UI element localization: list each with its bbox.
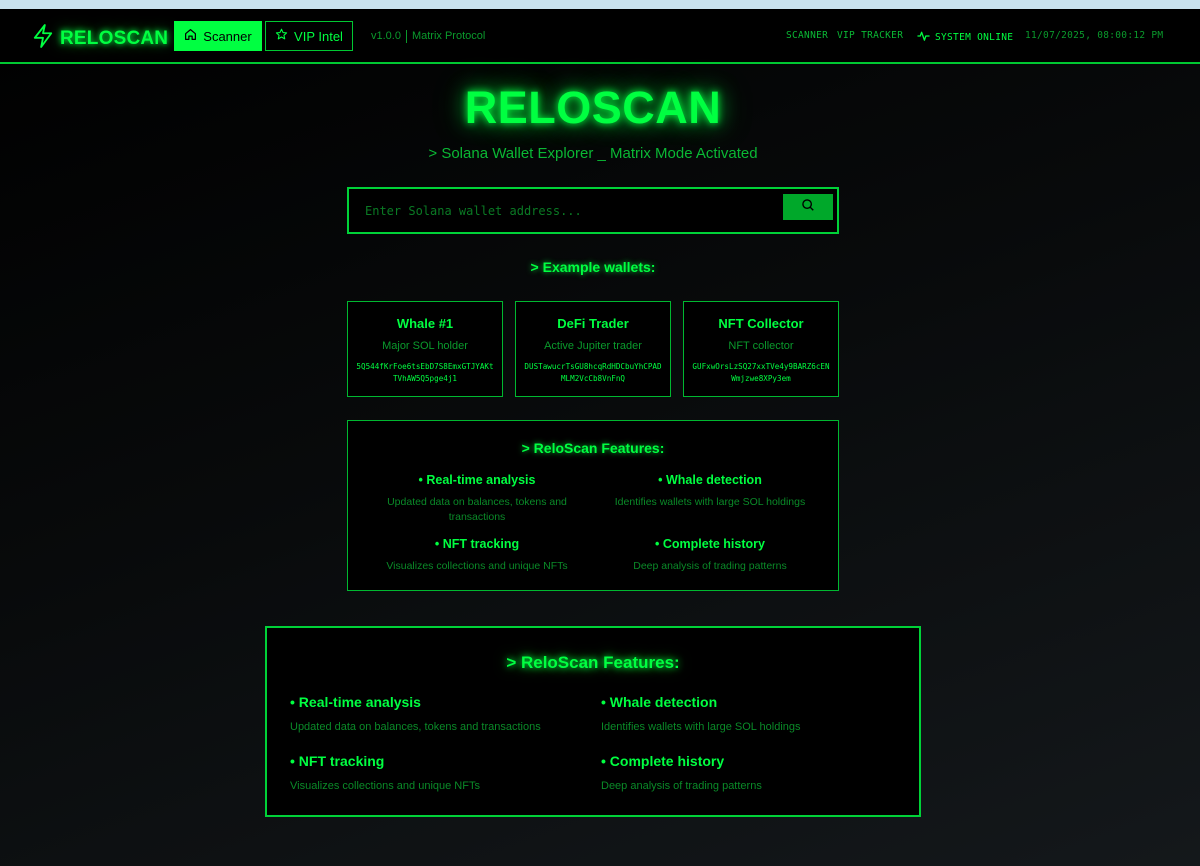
feature-title: • Whale detection: [601, 694, 718, 710]
wallet-card-defi-trader[interactable]: DeFi Trader Active Jupiter trader DUSTaw…: [515, 301, 671, 397]
feature-title: • Complete history: [655, 537, 765, 551]
examples-heading: > Example wallets:: [530, 259, 656, 275]
tab-scanner-label: Scanner: [203, 28, 252, 44]
feature-desc: Identifies wallets with large SOL holdin…: [601, 721, 801, 733]
brand-logo[interactable]: RELOSCAN: [32, 23, 168, 54]
wallet-card-desc: NFT collector: [728, 340, 794, 352]
wallet-card-desc: Active Jupiter trader: [544, 340, 642, 352]
protocol-name: Matrix Protocol: [411, 30, 486, 42]
feature-title: • Real-time analysis: [418, 473, 536, 487]
wallet-address-input[interactable]: [365, 201, 785, 221]
home-icon: [184, 28, 203, 44]
nav-link-vip-tracker[interactable]: VIP TRACKER: [837, 30, 903, 41]
search-bar: [347, 187, 839, 234]
wallet-card-name: Whale #1: [396, 316, 454, 331]
system-status: SYSTEM ONLINE: [917, 30, 1013, 45]
feature-desc: Visualizes collections and unique NFTs: [290, 780, 480, 792]
version-number: v1.0.0: [371, 30, 401, 42]
hero-title: RELOSCAN: [464, 82, 722, 133]
search-icon: [801, 198, 815, 217]
activity-pulse-icon: [917, 30, 935, 45]
lightning-bolt-icon: [32, 23, 54, 54]
feature-item: • Complete history Deep analysis of trad…: [601, 753, 901, 792]
feature-desc: Deep analysis of trading patterns: [601, 780, 762, 792]
search-button[interactable]: [783, 194, 833, 220]
system-status-text: SYSTEM ONLINE: [935, 32, 1014, 43]
features-heading: > ReloScan Features:: [506, 653, 680, 672]
wallet-card-address: DUSTawucrTsGU8hcqRdHDCbuYhCPADMLM2VcCb8V…: [524, 362, 662, 383]
tab-scanner[interactable]: Scanner: [174, 21, 262, 51]
feature-desc: Identifies wallets with large SOL holdin…: [614, 496, 806, 508]
tab-vip-intel[interactable]: VIP Intel: [265, 21, 353, 51]
feature-item: • Complete history Deep analysis of trad…: [600, 537, 820, 574]
feature-item: • NFT tracking Visualizes collections an…: [367, 537, 587, 574]
features-heading: > ReloScan Features:: [521, 440, 665, 456]
wallet-card-address: 5Q544fKrFoe6tsEbD7S8EmxGTJYAKtTVhAW5Q5pg…: [356, 362, 494, 383]
feature-title: • Real-time analysis: [290, 694, 421, 710]
feature-desc: Updated data on balances, tokens and tra…: [290, 721, 541, 733]
feature-item: • Real-time analysis Updated data on bal…: [367, 473, 587, 525]
browser-top-strip: [0, 0, 1200, 9]
features-panel-small: > ReloScan Features: • Real-time analysi…: [347, 420, 839, 591]
top-header: RELOSCAN Scanner VIP Intel v1.0.0 Matrix…: [0, 9, 1200, 64]
datetime-readout: 11/07/2025, 08:00:12 PM: [1025, 30, 1164, 41]
feature-title: • NFT tracking: [290, 753, 385, 769]
feature-desc: Deep analysis of trading patterns: [633, 560, 787, 572]
wallet-card-whale[interactable]: Whale #1 Major SOL holder 5Q544fKrFoe6ts…: [347, 301, 503, 397]
wallet-card-name: NFT Collector: [718, 316, 804, 331]
wallet-card-name: DeFi Trader: [557, 316, 629, 331]
feature-title: • Whale detection: [658, 473, 762, 487]
brand-name: RELOSCAN: [60, 27, 169, 49]
feature-title: • Complete history: [601, 753, 725, 769]
hero-subtitle: > Solana Wallet Explorer _ Matrix Mode A…: [428, 145, 758, 162]
wallet-card-desc: Major SOL holder: [382, 340, 468, 352]
feature-item: • NFT tracking Visualizes collections an…: [290, 753, 590, 792]
feature-item: • Whale detection Identifies wallets wit…: [601, 694, 901, 733]
feature-title: • NFT tracking: [434, 537, 520, 551]
divider: [405, 30, 407, 43]
feature-desc: Updated data on balances, tokens and tra…: [387, 496, 567, 523]
version-info: v1.0.0 Matrix Protocol: [371, 30, 485, 43]
wallet-card-nft-collector[interactable]: NFT Collector NFT collector GUFxwOrsLzSQ…: [683, 301, 839, 397]
features-panel-large: > ReloScan Features: • Real-time analysi…: [265, 626, 921, 817]
feature-item: • Whale detection Identifies wallets wit…: [600, 473, 820, 510]
wallet-card-address: GUFxwOrsLzSQ27xxTVe4y9BARZ6cENWmjzwe8XPy…: [692, 362, 830, 383]
star-icon: [275, 28, 294, 44]
feature-desc: Visualizes collections and unique NFTs: [386, 560, 568, 572]
tab-vip-label: VIP Intel: [294, 28, 343, 44]
feature-item: • Real-time analysis Updated data on bal…: [290, 694, 590, 733]
nav-link-scanner[interactable]: SCANNER: [786, 30, 828, 41]
